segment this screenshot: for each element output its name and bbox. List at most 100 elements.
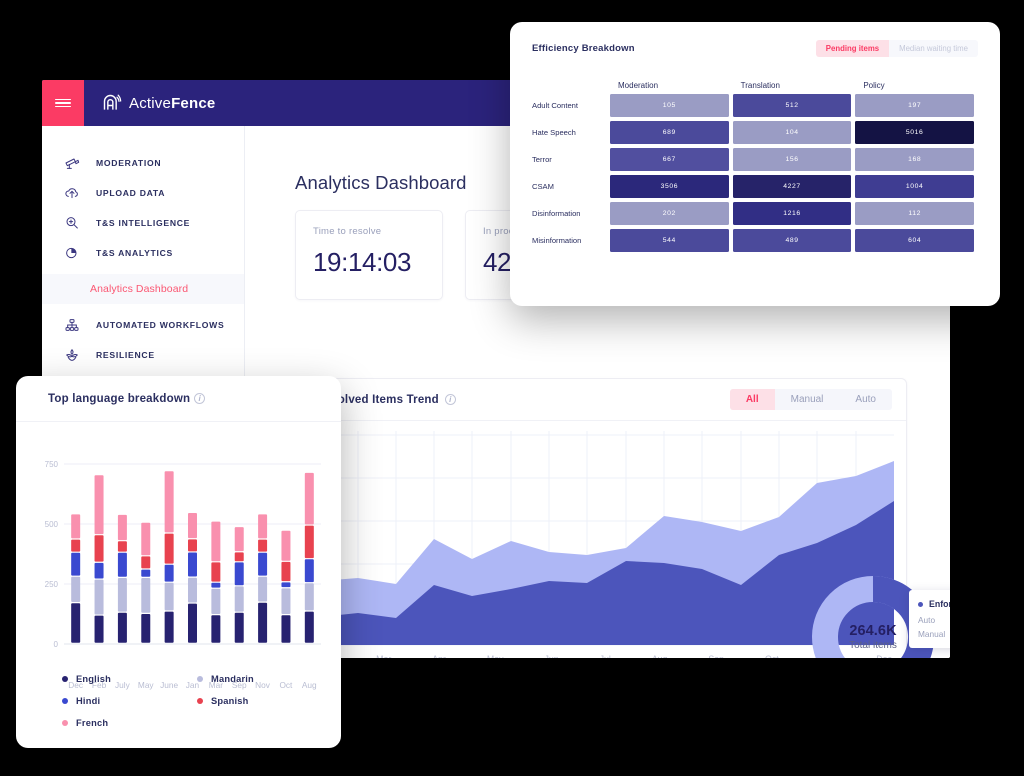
bar-segment[interactable]: [304, 583, 314, 611]
resolved-items-trend-card: Resolved Items Trend i All Manual Auto 2…: [295, 378, 950, 658]
heatmap-cell[interactable]: 5016: [855, 121, 975, 144]
heatmap-cell[interactable]: 1004: [855, 175, 975, 198]
legend-item-hindi[interactable]: Hindi: [62, 696, 197, 706]
sidebar-item-moderation[interactable]: MODERATION: [42, 148, 244, 178]
bar-segment[interactable]: [234, 586, 244, 612]
bar-segment[interactable]: [94, 562, 104, 579]
bar-segment[interactable]: [117, 552, 127, 577]
sidebar-item-automated-workflows[interactable]: AUTOMATED WORKFLOWS: [42, 310, 244, 340]
bar-segment[interactable]: [117, 578, 127, 612]
bar-segment[interactable]: [164, 471, 174, 533]
bar-segment[interactable]: [71, 603, 81, 643]
bar-segment[interactable]: [71, 539, 81, 552]
bar-segment[interactable]: [211, 588, 221, 614]
heatmap-row: Terror 667 156 168: [532, 148, 978, 171]
bar-segment[interactable]: [117, 612, 127, 643]
legend-item-spanish[interactable]: Spanish: [197, 696, 332, 706]
bar-segment[interactable]: [234, 527, 244, 552]
bar-segment[interactable]: [211, 521, 221, 562]
bar-segment[interactable]: [141, 614, 151, 643]
info-icon[interactable]: i: [194, 393, 206, 404]
tab-all[interactable]: All: [729, 389, 775, 410]
bar-segment[interactable]: [234, 562, 244, 586]
heatmap-cell[interactable]: 156: [732, 148, 852, 171]
heatmap-cell[interactable]: 489: [732, 229, 852, 252]
bar-segment[interactable]: [281, 530, 291, 561]
heatmap-cell[interactable]: 168: [855, 148, 975, 171]
heatmap-cell[interactable]: 4227: [732, 175, 852, 198]
bar-segment[interactable]: [281, 582, 291, 588]
bar-segment[interactable]: [258, 514, 268, 539]
heatmap-cell[interactable]: 544: [610, 229, 729, 252]
hamburger-menu-icon[interactable]: [42, 80, 84, 126]
tab-pending-items[interactable]: Pending items: [815, 40, 890, 57]
heatmap-cell-wrap: 4227: [732, 175, 856, 198]
bar-segment[interactable]: [94, 579, 104, 615]
bar-segment[interactable]: [141, 556, 151, 569]
bar-segment[interactable]: [141, 569, 151, 577]
bar-segment[interactable]: [188, 539, 197, 552]
heatmap-cell[interactable]: 3506: [610, 175, 729, 198]
bar-segment[interactable]: [94, 475, 104, 535]
heatmap-cell[interactable]: 202: [610, 202, 729, 225]
bar-segment[interactable]: [188, 603, 197, 643]
heatmap-cell[interactable]: 604: [855, 229, 975, 252]
bar-segment[interactable]: [188, 552, 197, 577]
tab-auto[interactable]: Auto: [839, 389, 892, 410]
heatmap-cell-wrap: 512: [732, 94, 856, 117]
info-icon[interactable]: i: [444, 394, 456, 405]
bar-segment[interactable]: [117, 541, 127, 552]
bar-segment[interactable]: [304, 525, 314, 559]
bar-segment[interactable]: [94, 615, 104, 643]
brand-logo[interactable]: ActiveFence: [84, 80, 245, 126]
bar-segment[interactable]: [117, 514, 127, 541]
tab-manual[interactable]: Manual: [775, 389, 840, 410]
bar-segment[interactable]: [71, 514, 81, 539]
bar-segment[interactable]: [211, 615, 221, 643]
bar-segment[interactable]: [234, 612, 244, 643]
bar-segment[interactable]: [304, 611, 314, 643]
heatmap-cell[interactable]: 104: [732, 121, 852, 144]
tooltip-row: Auto 13.2%: [918, 615, 950, 625]
heatmap-cell[interactable]: 112: [855, 202, 975, 225]
bar-segment[interactable]: [234, 552, 244, 562]
bar-segment[interactable]: [164, 582, 174, 611]
heatmap-cell[interactable]: 667: [610, 148, 729, 171]
bar-segment[interactable]: [188, 512, 197, 539]
bar-segment[interactable]: [304, 559, 314, 583]
tab-median-waiting-time[interactable]: Median waiting time: [889, 40, 978, 57]
bar-segment[interactable]: [94, 535, 104, 562]
sidebar-item-upload-data[interactable]: UPLOAD DATA: [42, 178, 244, 208]
heatmap-cell[interactable]: 105: [610, 94, 729, 117]
heatmap-cell[interactable]: 197: [855, 94, 975, 117]
bar-segment[interactable]: [258, 602, 268, 643]
bar-segment[interactable]: [258, 552, 268, 576]
sidebar-item-analytics-dashboard[interactable]: Analytics Dashboard: [42, 274, 244, 304]
bar-segment[interactable]: [164, 564, 174, 582]
legend-item-english[interactable]: English: [62, 674, 197, 684]
sidebar-item-ts-intelligence[interactable]: T&S INTELLIGENCE: [42, 208, 244, 238]
legend-item-mandarin[interactable]: Mandarin: [197, 674, 332, 684]
bar-segment[interactable]: [281, 561, 291, 582]
heatmap-cell[interactable]: 689: [610, 121, 729, 144]
sidebar-item-resilience[interactable]: RESILIENCE: [42, 340, 244, 370]
legend-item-french[interactable]: French: [62, 718, 197, 728]
bar-segment[interactable]: [211, 562, 221, 582]
heatmap-cell[interactable]: 1216: [732, 202, 852, 225]
tooltip-row-label: Manual: [918, 629, 946, 639]
bar-segment[interactable]: [211, 582, 221, 588]
bar-segment[interactable]: [258, 539, 268, 552]
heatmap-cell[interactable]: 512: [732, 94, 852, 117]
bar-segment[interactable]: [164, 611, 174, 643]
bar-segment[interactable]: [141, 578, 151, 613]
bar-segment[interactable]: [164, 533, 174, 564]
sidebar-item-ts-analytics[interactable]: T&S ANALYTICS: [42, 238, 244, 268]
bar-segment[interactable]: [281, 588, 291, 614]
bar-segment[interactable]: [141, 522, 151, 556]
bar-segment[interactable]: [258, 576, 268, 602]
bar-segment[interactable]: [188, 577, 197, 603]
bar-segment[interactable]: [304, 472, 314, 525]
bar-segment[interactable]: [71, 576, 81, 602]
bar-segment[interactable]: [281, 615, 291, 643]
bar-segment[interactable]: [71, 552, 81, 576]
